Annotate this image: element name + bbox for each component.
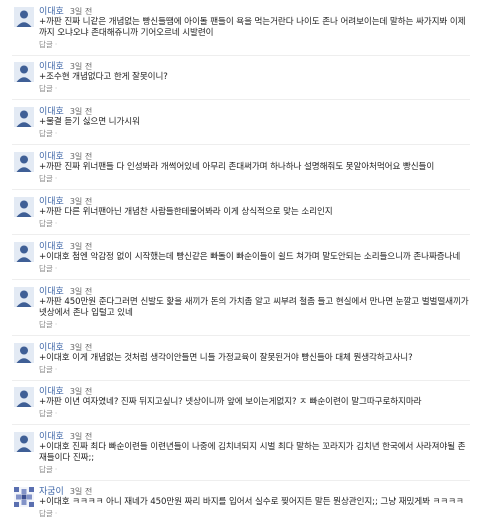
comment-time[interactable]: 3일 전 xyxy=(70,62,92,71)
divider xyxy=(12,189,470,190)
reply-label[interactable]: 답글 xyxy=(39,320,53,329)
comment-text: +까판 450만원 준다그러면 신발도 핥을 새끼가 돈의 가치좀 알고 씨부려… xyxy=(39,297,469,318)
reply-label[interactable]: 답글 xyxy=(39,264,53,273)
reply-label[interactable]: 답글 xyxy=(39,509,53,518)
comment-meta: 이대호 3일 전 xyxy=(39,286,92,297)
divider xyxy=(12,480,470,481)
comment-author[interactable]: 이대호 xyxy=(39,287,64,297)
user-avatar-icon[interactable] xyxy=(14,152,34,172)
comment-text: +물결 듣기 싫으면 니가시워 xyxy=(39,117,140,127)
comment-meta: 이대호 3일 전 xyxy=(39,61,92,72)
comment-meta: 이대호 3일 전 xyxy=(39,196,92,207)
comment-meta: 이대호 3일 전 xyxy=(39,386,92,397)
comment-time[interactable]: 3일 전 xyxy=(70,432,92,441)
user-avatar-icon[interactable] xyxy=(14,432,34,452)
comment-meta: 이대호 3일 전 xyxy=(39,241,92,252)
comment-meta: 이대호 3일 전 xyxy=(39,151,92,162)
divider xyxy=(12,99,470,100)
comment-author[interactable]: 이대호 xyxy=(39,242,64,252)
user-avatar-icon[interactable] xyxy=(14,7,34,27)
reply-link[interactable]: 답글 · xyxy=(39,40,59,50)
reply-link[interactable]: 답글 · xyxy=(39,320,59,330)
comment-meta: 자굼이 3일 전 xyxy=(39,486,92,497)
comment-author[interactable]: 이대호 xyxy=(39,387,64,397)
comment-time[interactable]: 3일 전 xyxy=(70,487,92,496)
comment-time[interactable]: 3일 전 xyxy=(70,287,92,296)
comment-time[interactable]: 3일 전 xyxy=(70,107,92,116)
pattern-avatar-icon[interactable] xyxy=(14,487,34,507)
user-avatar-icon[interactable] xyxy=(14,387,34,407)
reply-label[interactable]: 답글 xyxy=(39,365,53,374)
user-avatar-icon[interactable] xyxy=(14,343,34,363)
divider xyxy=(12,55,470,56)
comment-meta: 이대호 3일 전 xyxy=(39,6,92,17)
user-avatar-icon[interactable] xyxy=(14,242,34,262)
reply-link[interactable]: 답글 · xyxy=(39,174,59,184)
divider xyxy=(12,335,470,336)
divider xyxy=(12,380,470,381)
reply-label[interactable]: 답글 xyxy=(39,465,53,474)
reply-label[interactable]: 답글 xyxy=(39,174,53,183)
comment-text: +까판 진짜 위너팬들 다 인성봐라 개썩어있네 아무리 존대써가며 하나하나 … xyxy=(39,162,435,172)
divider xyxy=(12,424,470,425)
reply-link[interactable]: 답글 · xyxy=(39,264,59,274)
comment-author[interactable]: 이대호 xyxy=(39,107,64,117)
comment-text: +이대호 진짜 최다 빠순이련들 이련년들이 나중에 김치녀되지 시벌 최다 말… xyxy=(39,442,466,463)
comment-time[interactable]: 3일 전 xyxy=(70,197,92,206)
comment-text: +까판 다른 위너팬아닌 개념찬 사람들한테물어봐라 이게 상식적으로 맞는 소… xyxy=(39,207,333,217)
reply-label[interactable]: 답글 xyxy=(39,219,53,228)
divider xyxy=(12,279,470,280)
comment-author[interactable]: 자굼이 xyxy=(39,487,64,497)
reply-separator: · xyxy=(54,365,58,374)
comment-author[interactable]: 이대호 xyxy=(39,62,64,72)
comment-text: +이대호 첨엔 악감정 없이 시작했는데 빵신같은 빠돌이 빠순이들이 쉴드 쳐… xyxy=(39,252,461,262)
comment-time[interactable]: 3일 전 xyxy=(70,387,92,396)
reply-separator: · xyxy=(54,264,58,273)
reply-link[interactable]: 답글 · xyxy=(39,129,59,139)
reply-link[interactable]: 답글 · xyxy=(39,219,59,229)
comment-text: +이대호 ㅋㅋㅋㅋ 아니 재네가 450만원 짜리 바지를 입어서 실수로 찢어… xyxy=(39,497,464,507)
user-avatar-icon[interactable] xyxy=(14,62,34,82)
comment-author[interactable]: 이대호 xyxy=(39,7,64,17)
comment-time[interactable]: 3일 전 xyxy=(70,242,92,251)
reply-separator: · xyxy=(54,409,58,418)
reply-separator: · xyxy=(54,320,58,329)
user-avatar-icon[interactable] xyxy=(14,107,34,127)
reply-separator: · xyxy=(54,509,58,518)
reply-link[interactable]: 답글 · xyxy=(39,509,59,518)
reply-label[interactable]: 답글 xyxy=(39,84,53,93)
comment-meta: 이대호 3일 전 xyxy=(39,106,92,117)
comment-text: +까판 진짜 니같은 개념없는 빵신들땜에 아이돌 팬들이 욕을 먹는거란다 나… xyxy=(39,17,466,38)
comment-list: 이대호 3일 전 +까판 진짜 니같은 개념없는 빵신들땜에 아이돌 팬들이 욕을… xyxy=(0,0,480,518)
comment-author[interactable]: 이대호 xyxy=(39,432,64,442)
divider xyxy=(12,144,470,145)
comment-author[interactable]: 이대호 xyxy=(39,152,64,162)
comment-time[interactable]: 3일 전 xyxy=(70,343,92,352)
comment-meta: 이대호 3일 전 xyxy=(39,342,92,353)
reply-label[interactable]: 답글 xyxy=(39,129,53,138)
comment-time[interactable]: 3일 전 xyxy=(70,152,92,161)
reply-separator: · xyxy=(54,129,58,138)
reply-separator: · xyxy=(54,465,58,474)
reply-label[interactable]: 답글 xyxy=(39,409,53,418)
reply-separator: · xyxy=(54,219,58,228)
user-avatar-icon[interactable] xyxy=(14,287,34,307)
comment-meta: 이대호 3일 전 xyxy=(39,431,92,442)
reply-separator: · xyxy=(54,40,58,49)
comment-author[interactable]: 이대호 xyxy=(39,343,64,353)
divider xyxy=(12,234,470,235)
comment-text: +이대호 이게 개념없는 것처럼 생각이안들면 니들 가정교육이 잘못된거야 빵… xyxy=(39,353,413,363)
reply-separator: · xyxy=(54,84,58,93)
reply-link[interactable]: 답글 · xyxy=(39,84,59,94)
comment-text: +까판 이년 여자였네? 진짜 뒤지고싶니? 넷상이니까 앞에 보이는게없지? … xyxy=(39,397,422,407)
comment-text: +조수현 개념없다고 한게 잘못이니? xyxy=(39,72,168,82)
reply-link[interactable]: 답글 · xyxy=(39,409,59,419)
reply-link[interactable]: 답글 · xyxy=(39,465,59,475)
reply-separator: · xyxy=(54,174,58,183)
comment-time[interactable]: 3일 전 xyxy=(70,7,92,16)
comment-author[interactable]: 이대호 xyxy=(39,197,64,207)
user-avatar-icon[interactable] xyxy=(14,197,34,217)
reply-label[interactable]: 답글 xyxy=(39,40,53,49)
reply-link[interactable]: 답글 · xyxy=(39,365,59,375)
